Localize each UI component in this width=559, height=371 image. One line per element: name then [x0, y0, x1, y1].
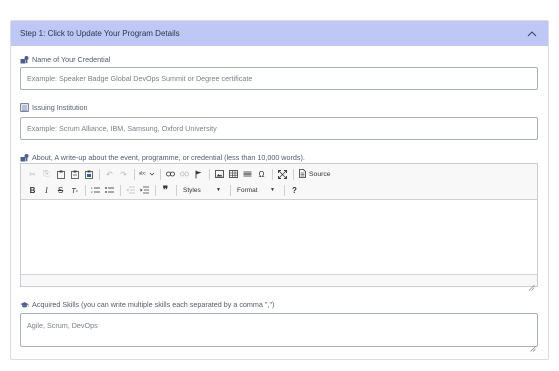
- graduation-cap-icon: [20, 300, 29, 309]
- credential-name-input[interactable]: [20, 67, 538, 90]
- resize-grip-icon[interactable]: [528, 278, 535, 291]
- toolbar-separator: [155, 184, 156, 196]
- panel-title: Step 1: Click to Update Your Program Det…: [20, 29, 180, 38]
- source-icon: [299, 168, 306, 180]
- toolbar-separator: [176, 184, 177, 196]
- about-label: About, A write-up about the event, progr…: [20, 153, 305, 162]
- toolbar-separator: [209, 168, 210, 180]
- spellcheck-icon[interactable]: ᵃᵇᶜ: [138, 168, 156, 181]
- bold-icon[interactable]: B: [26, 184, 39, 197]
- institution-label-text: Issuing Institution: [32, 103, 88, 112]
- toolbar-separator: [293, 168, 294, 180]
- certificate-icon: [20, 55, 29, 64]
- toolbar-separator: [99, 168, 100, 180]
- credential-name-label: Name of Your Credential: [20, 55, 110, 64]
- building-icon: [20, 103, 29, 112]
- horizontal-line-icon[interactable]: [241, 168, 254, 181]
- credential-name-label-text: Name of Your Credential: [32, 55, 111, 64]
- toolbar-row-2: B I S Tx 12 ❞ Styles ▼ Format ▼ ?: [26, 183, 302, 197]
- resize-grip-icon[interactable]: [530, 339, 536, 352]
- toolbar-separator: [120, 184, 121, 196]
- undo-icon[interactable]: ↶: [103, 168, 116, 181]
- paste-word-icon[interactable]: [82, 168, 95, 181]
- svg-text:2: 2: [91, 190, 93, 194]
- styles-dropdown[interactable]: Styles ▼: [180, 184, 224, 196]
- strikethrough-icon[interactable]: S: [54, 184, 67, 197]
- toolbar-separator: [85, 184, 86, 196]
- format-dropdown-label: Format: [237, 186, 258, 194]
- toolbar-separator: [230, 184, 231, 196]
- maximize-icon[interactable]: [276, 168, 289, 181]
- outdent-icon[interactable]: [124, 184, 137, 197]
- toolbar-separator: [160, 168, 161, 180]
- help-icon[interactable]: ?: [288, 184, 301, 197]
- remove-format-icon[interactable]: Tx: [68, 184, 81, 197]
- institution-input[interactable]: [20, 117, 538, 140]
- paste-text-icon[interactable]: [68, 168, 81, 181]
- table-icon[interactable]: [227, 168, 240, 181]
- rich-text-editor: ✂ ⎘ ↶ ↷ ᵃᵇᶜ Ω Source B I S T x 1 2 ❞ Sty…: [20, 163, 538, 291]
- skills-label: Acquired Skills (you can write multiple …: [20, 300, 274, 309]
- link-icon[interactable]: [164, 168, 177, 181]
- unlink-icon[interactable]: [178, 168, 191, 181]
- special-char-icon[interactable]: Ω: [255, 168, 268, 181]
- numbered-list-icon[interactable]: 12: [89, 184, 102, 197]
- toolbar-separator: [284, 184, 285, 196]
- bulleted-list-icon[interactable]: [103, 184, 116, 197]
- blockquote-icon[interactable]: ❞: [159, 184, 172, 197]
- styles-dropdown-label: Styles: [183, 186, 201, 194]
- toolbar-row-1: ✂ ⎘ ↶ ↷ ᵃᵇᶜ Ω Source: [26, 167, 333, 181]
- editor-toolbar: ✂ ⎘ ↶ ↷ ᵃᵇᶜ Ω Source B I S T x 1 2 ❞ Sty…: [21, 164, 537, 200]
- chevron-up-icon[interactable]: [526, 28, 538, 40]
- certificate-icon: [20, 153, 29, 162]
- indent-icon[interactable]: [138, 184, 151, 197]
- image-icon[interactable]: [213, 168, 226, 181]
- editor-content-area[interactable]: [21, 201, 537, 275]
- skills-label-text: Acquired Skills (you can write multiple …: [32, 300, 275, 309]
- italic-icon[interactable]: I: [40, 184, 53, 197]
- caret-down-icon: ▼: [216, 187, 221, 193]
- panel-header[interactable]: Step 1: Click to Update Your Program Det…: [11, 21, 548, 46]
- toolbar-separator: [134, 168, 135, 180]
- anchor-flag-icon[interactable]: [192, 168, 205, 181]
- source-label: Source: [309, 170, 331, 178]
- copy-icon[interactable]: ⎘: [40, 168, 53, 181]
- about-label-text: About, A write-up about the event, progr…: [32, 153, 305, 162]
- svg-text:ᵃᵇᶜ: ᵃᵇᶜ: [139, 171, 146, 178]
- format-dropdown[interactable]: Format ▼: [234, 184, 278, 196]
- editor-status-bar: [21, 274, 537, 291]
- paste-icon[interactable]: [54, 168, 67, 181]
- cut-icon[interactable]: ✂: [26, 168, 39, 181]
- skills-textarea[interactable]: [20, 313, 538, 347]
- toolbar-separator: [272, 168, 273, 180]
- caret-down-icon: ▼: [270, 187, 275, 193]
- source-button[interactable]: Source: [297, 168, 333, 180]
- redo-icon[interactable]: ↷: [117, 168, 130, 181]
- institution-label: Issuing Institution: [20, 103, 88, 112]
